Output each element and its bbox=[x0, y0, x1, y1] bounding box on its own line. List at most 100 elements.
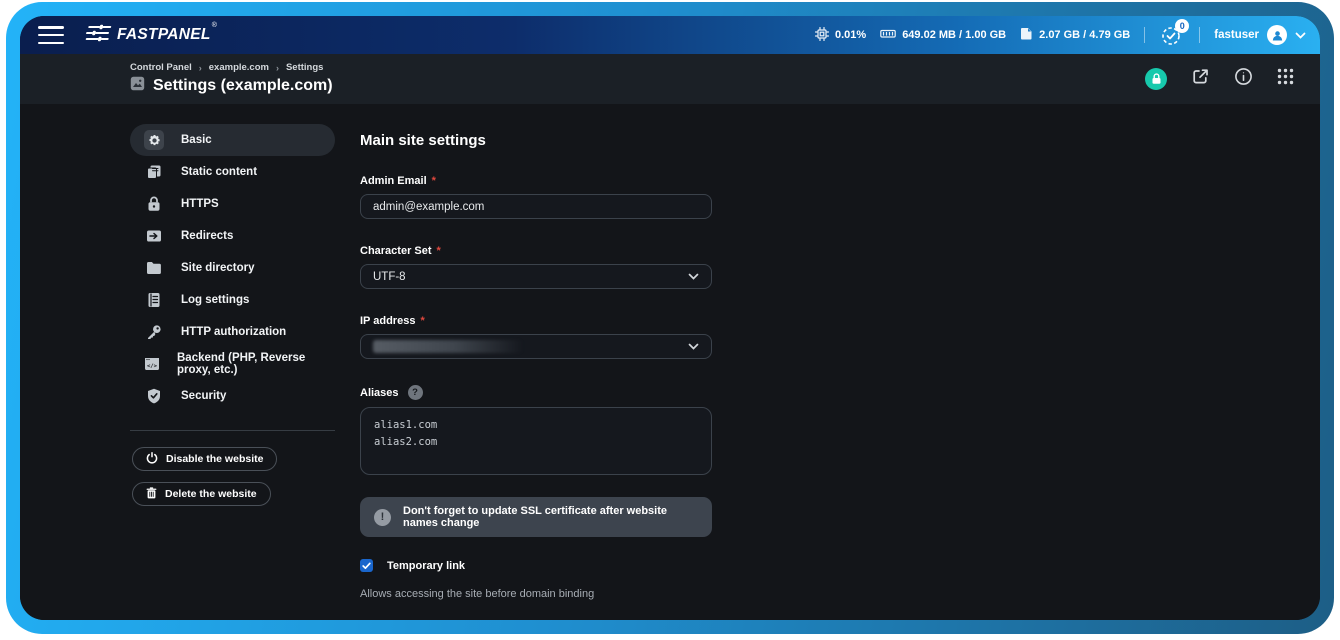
aliases-label: Aliases ? bbox=[360, 385, 712, 400]
admin-email-field[interactable]: admin@example.com bbox=[360, 194, 712, 219]
user-menu[interactable]: fastuser bbox=[1214, 25, 1306, 45]
aliases-help-icon[interactable]: ? bbox=[408, 385, 423, 400]
character-set-select[interactable]: UTF-8 bbox=[360, 264, 712, 289]
breadcrumb-domain[interactable]: example.com bbox=[209, 62, 269, 73]
trash-icon bbox=[146, 487, 157, 502]
disable-website-label: Disable the website bbox=[166, 453, 263, 465]
aliases-textarea[interactable]: alias1.com alias2.com bbox=[360, 407, 712, 475]
key-icon bbox=[144, 322, 164, 342]
required-mark: * bbox=[420, 315, 424, 327]
sidebar-item-label: Backend (PHP, Reverse proxy, etc.) bbox=[177, 352, 321, 376]
cpu-usage-stat: 0.01% bbox=[815, 27, 866, 44]
sidebar-item-log-settings[interactable]: Log settings bbox=[130, 284, 335, 316]
cpu-usage-value: 0.01% bbox=[835, 29, 866, 41]
sidebar-item-label: Static content bbox=[181, 166, 257, 178]
temporary-link-checkbox-row[interactable]: Temporary link bbox=[360, 559, 712, 572]
tasks-check-icon bbox=[1159, 34, 1183, 51]
notifications-button[interactable]: 0 bbox=[1159, 23, 1185, 47]
app-window-frame: FASTPANEL® 0.01% 649.02 MB / 1.00 GB bbox=[6, 2, 1334, 634]
disk-usage-value: 2.07 GB / 4.79 GB bbox=[1039, 29, 1130, 41]
required-mark: * bbox=[437, 245, 441, 257]
notifications-badge: 0 bbox=[1175, 19, 1189, 33]
chevron-down-icon bbox=[688, 341, 699, 353]
disk-icon bbox=[1020, 27, 1033, 43]
power-icon bbox=[146, 452, 158, 467]
chevron-down-icon bbox=[1295, 26, 1306, 44]
topbar-status-area: 0.01% 649.02 MB / 1.00 GB 2.07 GB / 4.79… bbox=[815, 23, 1306, 47]
sidebar-item-site-directory[interactable]: Site directory bbox=[130, 252, 335, 284]
cpu-icon bbox=[815, 27, 829, 44]
temporary-link-helper-text: Allows accessing the site before domain … bbox=[360, 588, 712, 600]
topbar: FASTPANEL® 0.01% 649.02 MB / 1.00 GB bbox=[20, 16, 1320, 54]
sidebar-item-label: Log settings bbox=[181, 294, 249, 306]
delete-website-label: Delete the website bbox=[165, 488, 257, 500]
form-heading: Main site settings bbox=[360, 132, 712, 149]
registered-mark: ® bbox=[212, 22, 217, 29]
fastpanel-logo[interactable]: FASTPANEL® bbox=[86, 24, 217, 47]
breadcrumb-control-panel[interactable]: Control Panel bbox=[130, 62, 192, 73]
chevron-down-icon bbox=[688, 271, 699, 283]
admin-email-label: Admin Email * bbox=[360, 175, 712, 187]
character-set-label: Character Set * bbox=[360, 245, 712, 257]
sidebar-item-redirects[interactable]: Redirects bbox=[130, 220, 335, 252]
ram-usage-value: 649.02 MB / 1.00 GB bbox=[902, 29, 1006, 41]
desktop-background: FASTPANEL® 0.01% 649.02 MB / 1.00 GB bbox=[0, 0, 1340, 640]
sidebar-item-basic[interactable]: Basic bbox=[130, 124, 335, 156]
ip-address-select[interactable] bbox=[360, 334, 712, 359]
user-name: fastuser bbox=[1214, 29, 1259, 41]
fastpanel-window: FASTPANEL® 0.01% 649.02 MB / 1.00 GB bbox=[20, 16, 1320, 620]
log-icon bbox=[144, 290, 164, 310]
sidebar-item-https[interactable]: HTTPS bbox=[130, 188, 335, 220]
open-site-external-link-icon[interactable] bbox=[1191, 67, 1210, 91]
main-site-settings-form: Main site settings Admin Email * admin@e… bbox=[360, 124, 712, 620]
delete-website-button[interactable]: Delete the website bbox=[132, 482, 271, 506]
sidebar-item-http-authorization[interactable]: HTTP authorization bbox=[130, 316, 335, 348]
hamburger-menu-icon[interactable] bbox=[38, 26, 64, 44]
ram-usage-stat: 649.02 MB / 1.00 GB bbox=[880, 28, 1006, 43]
ram-icon bbox=[880, 28, 896, 43]
alert-text: Don't forget to update SSL certificate a… bbox=[403, 505, 698, 529]
settings-sidebar: Basic Static content HTTPS Redirects bbox=[130, 124, 335, 620]
ssl-status-button[interactable] bbox=[1145, 68, 1167, 90]
page-header: Control Panel › example.com › Settings S… bbox=[20, 54, 1320, 104]
sidebar-item-label: Security bbox=[181, 390, 226, 402]
logo-text: FASTPANEL bbox=[117, 26, 211, 43]
page-header-actions bbox=[1145, 67, 1294, 91]
admin-email-value: admin@example.com bbox=[373, 201, 484, 213]
info-icon[interactable] bbox=[1234, 67, 1253, 91]
breadcrumb-separator: › bbox=[276, 63, 279, 73]
required-mark: * bbox=[432, 175, 436, 187]
sidebar-divider bbox=[130, 430, 335, 431]
sidebar-item-security[interactable]: Security bbox=[130, 380, 335, 412]
lock-icon bbox=[144, 194, 164, 214]
shield-check-icon bbox=[144, 386, 164, 406]
temporary-link-label: Temporary link bbox=[387, 560, 465, 572]
temporary-link-checkbox[interactable] bbox=[360, 559, 373, 572]
ip-address-label: IP address * bbox=[360, 315, 712, 327]
sidebar-item-label: Redirects bbox=[181, 230, 233, 242]
page-body: Basic Static content HTTPS Redirects bbox=[20, 104, 1320, 620]
disk-usage-stat: 2.07 GB / 4.79 GB bbox=[1020, 27, 1130, 43]
sidebar-item-label: Basic bbox=[181, 134, 212, 146]
page-title: Settings (example.com) bbox=[153, 77, 333, 95]
breadcrumb-settings[interactable]: Settings bbox=[286, 62, 323, 73]
disable-website-button[interactable]: Disable the website bbox=[132, 447, 277, 471]
avatar bbox=[1267, 25, 1287, 45]
sidebar-item-static-content[interactable]: Static content bbox=[130, 156, 335, 188]
sidebar-item-label: Site directory bbox=[181, 262, 255, 274]
sidebar-item-label: HTTP authorization bbox=[181, 326, 286, 338]
apps-grid-icon[interactable] bbox=[1277, 68, 1294, 90]
breadcrumb-separator: › bbox=[199, 63, 202, 73]
redirect-icon bbox=[144, 226, 164, 246]
copy-icon bbox=[144, 162, 164, 182]
sidebar-item-backend[interactable]: </> Backend (PHP, Reverse proxy, etc.) bbox=[130, 348, 335, 380]
topbar-divider bbox=[1199, 27, 1200, 43]
breadcrumb: Control Panel › example.com › Settings bbox=[130, 62, 333, 73]
code-icon: </> bbox=[144, 354, 160, 374]
ip-address-redacted-value bbox=[373, 340, 523, 353]
gear-icon bbox=[144, 130, 164, 150]
character-set-value: UTF-8 bbox=[373, 271, 406, 283]
svg-text:</>: </> bbox=[147, 364, 158, 370]
topbar-divider bbox=[1144, 27, 1145, 43]
exclamation-icon: ! bbox=[374, 509, 391, 526]
